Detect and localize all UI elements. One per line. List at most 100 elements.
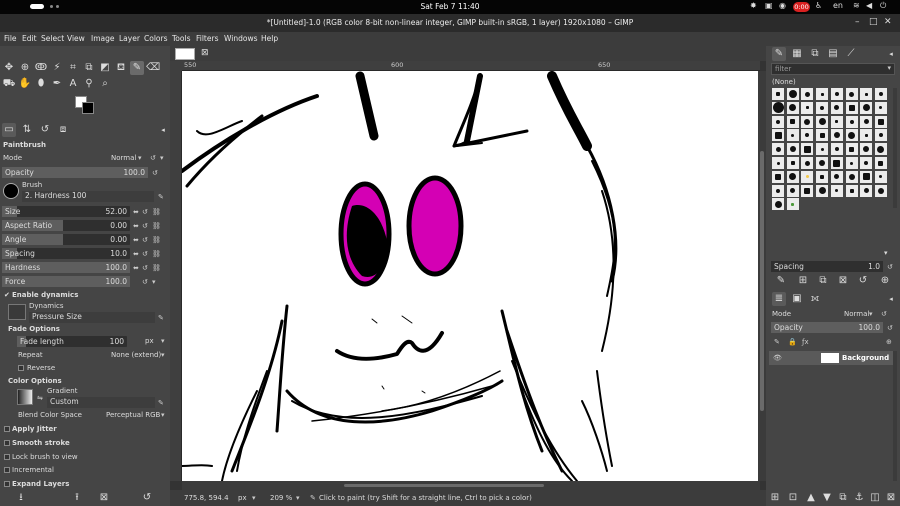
brush-swatch[interactable] (772, 129, 784, 142)
zoom-select[interactable]: 209 % (270, 494, 292, 502)
gradient-reverse-icon[interactable]: ⇋ (37, 394, 43, 402)
mode-dropdown-icon[interactable]: ▾ (138, 152, 142, 165)
menu-filters[interactable]: Filters (196, 34, 218, 43)
brush-swatch[interactable] (801, 143, 814, 156)
menu-tools[interactable]: Tools (172, 34, 190, 43)
edit-dynamics-icon[interactable]: ✎ (158, 314, 164, 322)
brush-swatch[interactable] (772, 184, 784, 197)
reset-mode-icon[interactable]: ↺ (150, 152, 156, 165)
eraser-icon[interactable]: ⌫ (146, 61, 160, 75)
brush-swatch[interactable] (845, 129, 858, 142)
reset-opacity-icon[interactable]: ↺ (152, 169, 158, 177)
reset-spacing-icon[interactable]: ↺ (142, 250, 148, 258)
gradient-name[interactable]: Custom (47, 397, 155, 408)
device-status-tab-icon[interactable]: ⇅ (20, 123, 34, 137)
brush-swatch[interactable] (874, 129, 887, 142)
apply-jitter-checkbox[interactable] (4, 426, 10, 432)
brush-grid[interactable] (772, 88, 890, 218)
layers-tab-icon[interactable]: ≣ (772, 292, 786, 306)
smooth-stroke-checkbox[interactable] (4, 440, 10, 446)
brush-swatch[interactable] (786, 88, 799, 100)
brush-swatch[interactable] (772, 101, 784, 114)
brush-swatch[interactable] (816, 88, 829, 100)
brush-swatch[interactable] (845, 170, 858, 183)
horizontal-scroll-thumb[interactable] (344, 484, 544, 487)
mode-select[interactable]: Normal (111, 152, 136, 165)
brush-swatch[interactable] (874, 101, 887, 114)
gradients-tab-icon[interactable]: ▤ (826, 47, 840, 61)
paths-tab-icon[interactable]: ⟗ (808, 292, 822, 306)
zoom-dropdown-icon[interactable]: ▾ (296, 494, 300, 502)
brush-swatch[interactable] (830, 115, 843, 128)
blend-dropdown-icon[interactable]: ▾ (161, 409, 165, 422)
brush-swatch[interactable] (830, 184, 843, 197)
brush-swatch[interactable] (845, 184, 858, 197)
apply-jitter-label[interactable]: Apply Jitter (12, 423, 57, 436)
reset-size-icon[interactable]: ↺ (142, 208, 148, 216)
link-hardness-icon[interactable]: ⛓ (152, 264, 161, 272)
unit-select[interactable]: px (238, 494, 247, 502)
brush-swatch[interactable] (816, 101, 829, 114)
brush-swatch[interactable] (816, 143, 829, 156)
reset-layer-opacity-icon[interactable]: ↺ (887, 324, 893, 332)
new-brush-icon[interactable]: ⊞ (796, 274, 810, 288)
duplicate-brush-icon[interactable]: ⧉ (816, 274, 830, 288)
layers-mode-dropdown-icon[interactable]: ▾ (869, 308, 873, 321)
layers-scrollbar[interactable] (893, 351, 897, 481)
reset-force-icon[interactable]: ↺ (142, 278, 148, 286)
configure-layers-icon[interactable]: ◂ (884, 292, 898, 306)
horizontal-scrollbar[interactable] (182, 481, 760, 490)
mask-layer-icon[interactable]: ◫ (868, 491, 882, 505)
brush-swatch[interactable] (772, 88, 784, 100)
brush-swatch[interactable] (786, 129, 799, 142)
edit-gradient-icon[interactable]: ✎ (158, 399, 164, 407)
brush-swatch[interactable] (874, 88, 887, 100)
accessibility-icon[interactable]: ♿ (815, 1, 822, 10)
text-tool-icon[interactable]: A (66, 77, 80, 91)
vertical-ruler[interactable] (170, 71, 182, 481)
brush-swatch[interactable] (786, 184, 799, 197)
brush-swatch[interactable] (860, 157, 873, 169)
incremental-checkbox[interactable] (4, 467, 10, 473)
brush-swatch[interactable] (845, 101, 858, 114)
brush-swatch[interactable] (772, 170, 784, 183)
repeat-dropdown-icon[interactable]: ▾ (161, 349, 165, 362)
new-layer-group-icon[interactable]: ⊞ (768, 491, 782, 505)
configure-brushes-icon[interactable]: ◂ (884, 47, 898, 61)
angle-adjust-icon[interactable]: ⬌ (133, 236, 139, 244)
force-menu-icon[interactable]: ▾ (152, 278, 156, 286)
transform-tool-icon[interactable]: ⧉ (82, 61, 96, 75)
drawing-canvas[interactable] (182, 71, 758, 481)
brush-swatch[interactable] (860, 129, 873, 142)
lock-brush-checkbox[interactable] (4, 454, 10, 460)
reset-options-icon[interactable]: ↺ (140, 491, 154, 505)
bucket-fill-icon[interactable]: ⛾ (114, 61, 128, 75)
clone-tool-icon[interactable]: ⛟ (2, 77, 16, 91)
spacing-slider[interactable]: Spacing 10.0 (2, 248, 130, 259)
smooth-stroke-label[interactable]: Smooth stroke (12, 437, 70, 450)
brush-swatch[interactable] (801, 101, 814, 114)
brush-scrollbar[interactable] (893, 88, 897, 208)
menu-help[interactable]: Help (261, 34, 278, 43)
brush-grid-collapse-icon[interactable]: ▾ (884, 249, 888, 257)
layer-opacity-slider[interactable]: Opacity 100.0 (771, 322, 883, 333)
brushes-tab-icon[interactable]: ✎ (772, 47, 786, 61)
filter-dropdown-icon[interactable]: ▾ (887, 64, 891, 72)
save-options-icon[interactable]: ⭳ (14, 491, 28, 505)
edit-brush-icon[interactable]: ✎ (158, 193, 164, 201)
brush-swatch[interactable] (830, 157, 843, 169)
brush-swatch[interactable] (860, 143, 873, 156)
expand-layers-label[interactable]: Expand Layers (12, 478, 69, 491)
language-indicator[interactable]: en (833, 1, 843, 10)
brush-spacing-slider[interactable]: Spacing 1.0 (771, 261, 883, 272)
image-tab-thumbnail[interactable] (175, 48, 195, 60)
spacing-adjust-icon[interactable]: ⬌ (133, 250, 139, 258)
menu-image[interactable]: Image (91, 34, 115, 43)
brush-swatch[interactable] (772, 198, 784, 211)
delete-options-icon[interactable]: ⊠ (97, 491, 111, 505)
fade-length-slider[interactable]: Fade length 100 (17, 336, 127, 347)
brush-swatch[interactable] (874, 143, 887, 156)
brush-swatch[interactable] (786, 170, 799, 183)
anchor-layer-icon[interactable]: ⚓ (852, 491, 866, 505)
reset-angle-icon[interactable]: ↺ (142, 236, 148, 244)
